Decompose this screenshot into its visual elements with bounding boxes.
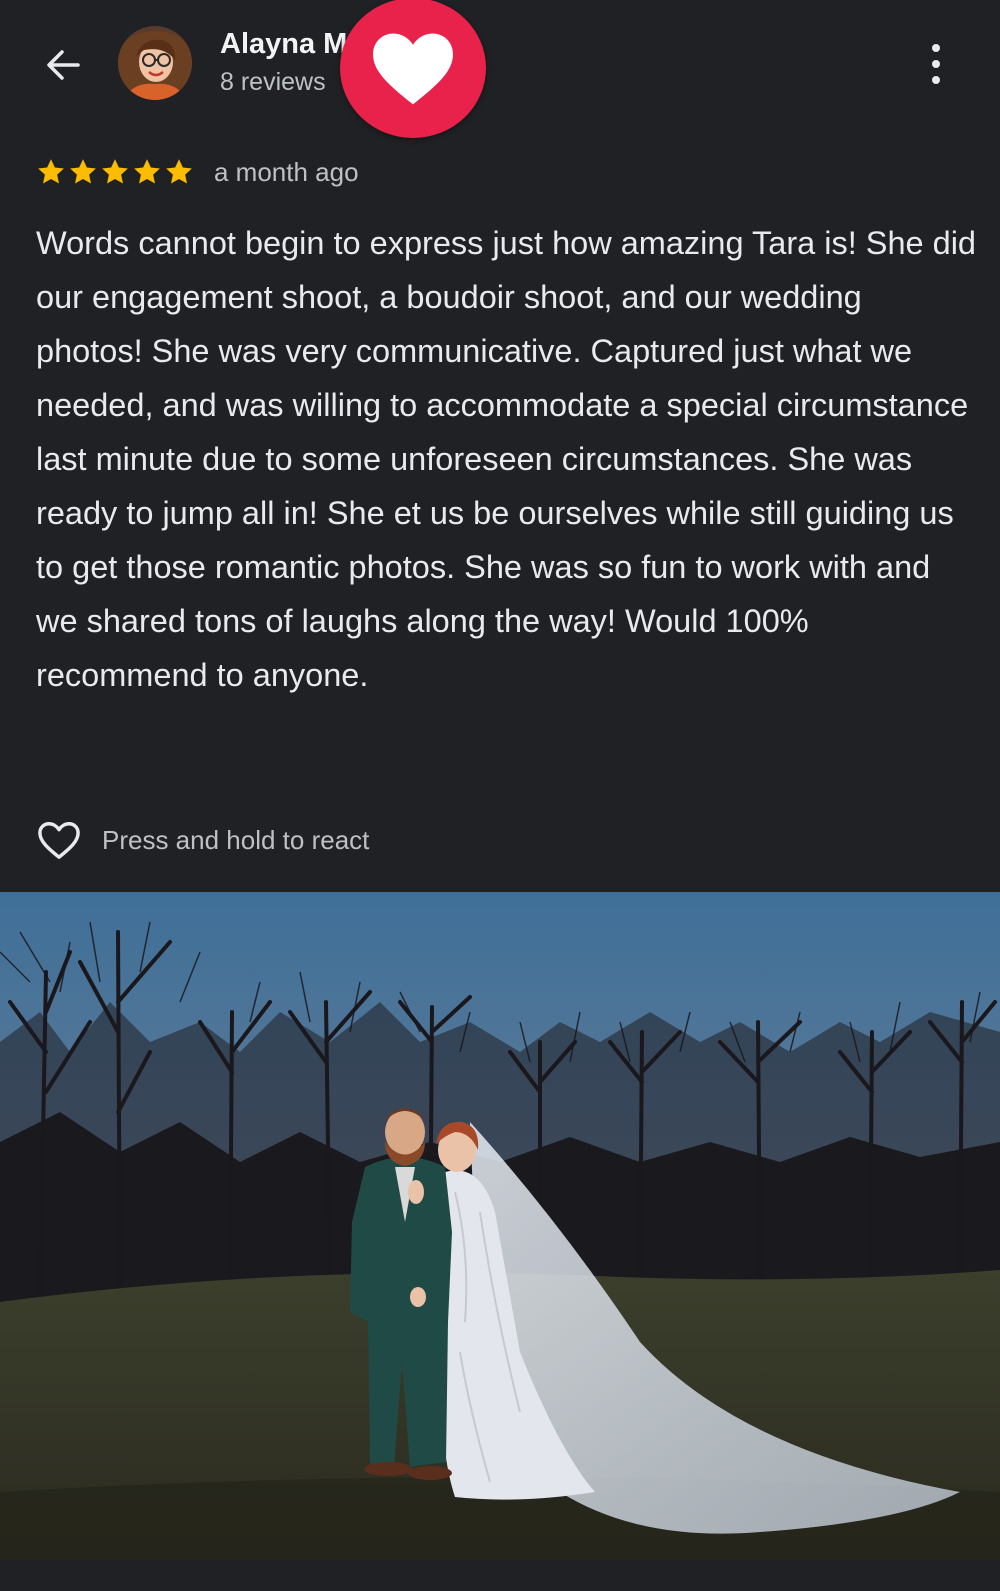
rating-row: a month ago <box>36 152 359 192</box>
star-icon <box>134 159 160 184</box>
avatar[interactable] <box>118 26 192 100</box>
review-photo[interactable] <box>0 892 1000 1560</box>
react-button[interactable]: Press and hold to react <box>36 815 369 865</box>
star-rating <box>36 157 194 187</box>
heart-outline-icon[interactable] <box>36 819 82 861</box>
heart-reaction-bubble <box>340 0 486 138</box>
review-header: Alayna M 8 reviews <box>0 0 1000 138</box>
wedding-photo <box>0 892 1000 1560</box>
reviewer-name[interactable]: Alayna M <box>220 28 347 61</box>
review-text: Words cannot begin to express just how a… <box>36 225 977 693</box>
avatar-photo <box>118 26 192 100</box>
heart-icon <box>373 33 453 105</box>
review-date: a month ago <box>214 156 359 187</box>
star-icon <box>102 159 128 184</box>
back-arrow-icon[interactable] <box>38 40 88 90</box>
react-label: Press and hold to react <box>102 824 370 855</box>
star-icon <box>70 159 96 184</box>
more-options-icon[interactable] <box>924 42 948 86</box>
bottom-bar <box>0 1560 1000 1591</box>
star-icon <box>166 159 192 184</box>
star-icon <box>38 159 64 184</box>
review-count: 8 reviews <box>220 68 326 96</box>
